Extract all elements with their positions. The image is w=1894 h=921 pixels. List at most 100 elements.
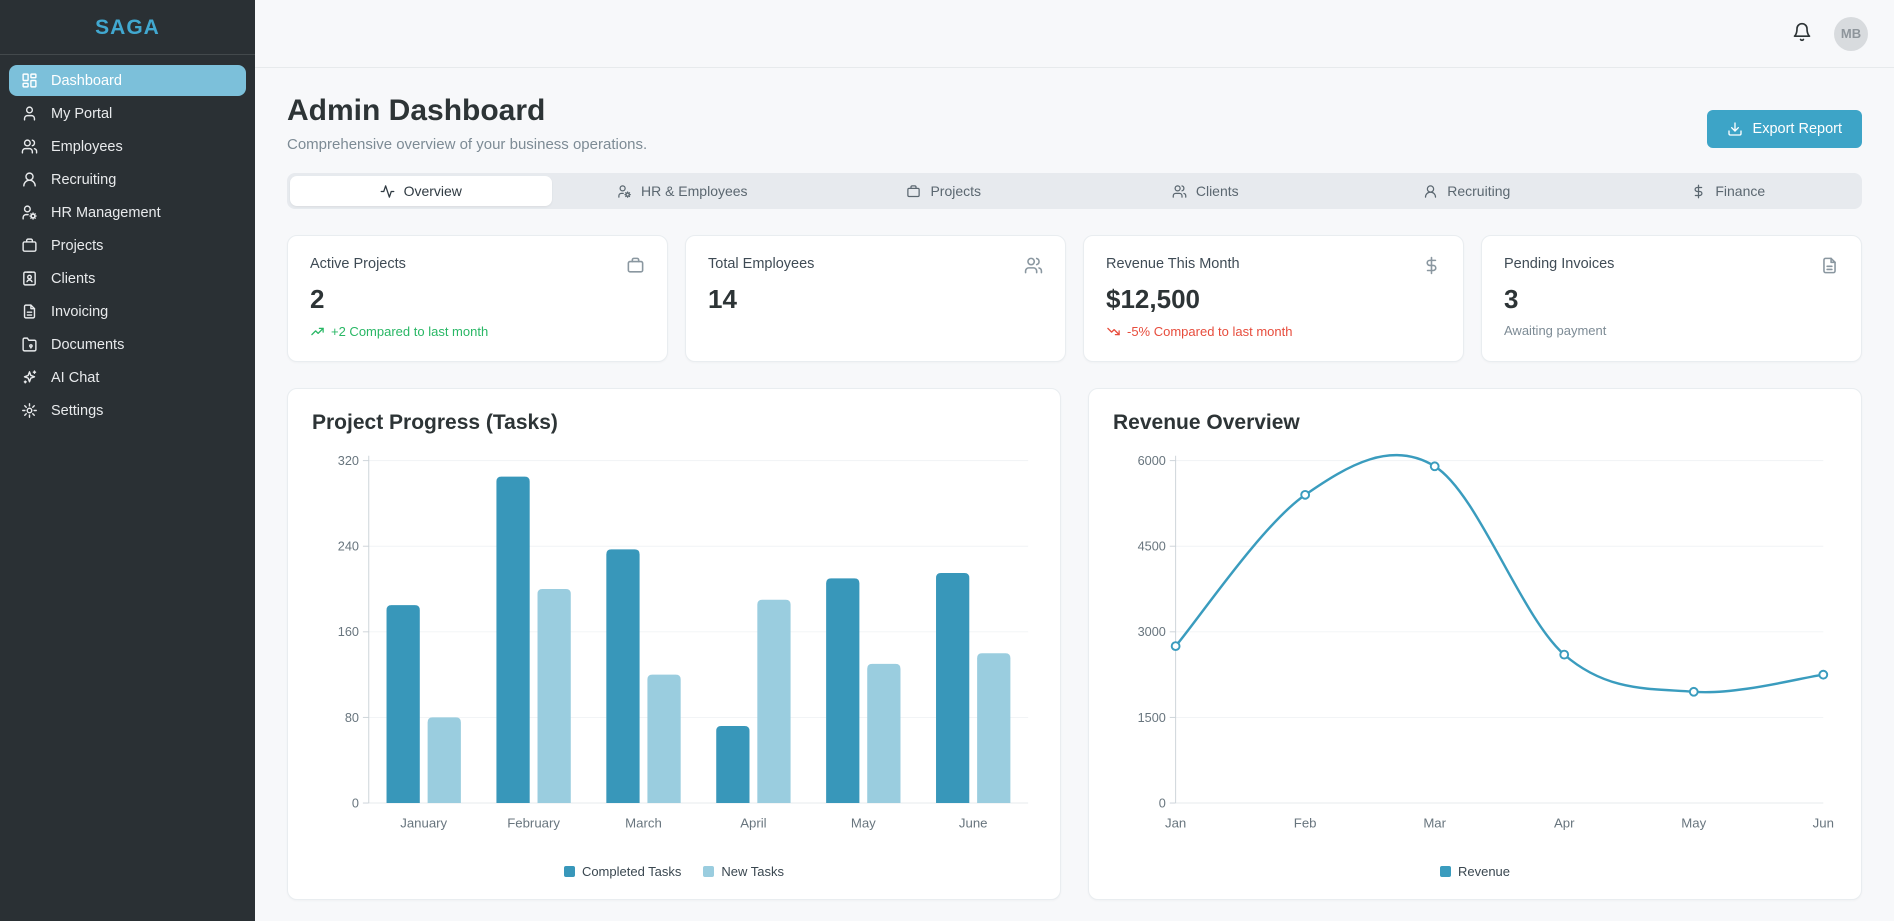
user-cog-icon	[21, 204, 38, 221]
notifications-button[interactable]	[1792, 22, 1812, 45]
folder-icon	[21, 336, 38, 353]
bar-chart-legend: Completed Tasks New Tasks	[312, 864, 1036, 883]
svg-text:240: 240	[338, 539, 359, 554]
svg-text:Apr: Apr	[1554, 815, 1575, 830]
main-area: MB Admin Dashboard Comprehensive overvie…	[255, 0, 1894, 921]
stat-delta: +2 Compared to last month	[310, 324, 645, 339]
sidebar-item-employees[interactable]: Employees	[9, 131, 246, 162]
tab-label: Projects	[930, 183, 981, 199]
sidebar-item-ai-chat[interactable]: AI Chat	[9, 362, 246, 393]
bar-chart-card: Project Progress (Tasks) 080160240320Jan…	[287, 388, 1061, 900]
page-head: Admin Dashboard Comprehensive overview o…	[287, 94, 1862, 153]
sidebar-item-label: Dashboard	[51, 73, 122, 89]
line-chart: 01500300045006000JanFebMarAprMayJun	[1113, 443, 1837, 862]
stat-card-pending-invoices: Pending Invoices 3 Awaiting payment	[1481, 235, 1862, 362]
briefcase-icon	[626, 256, 645, 275]
svg-text:4500: 4500	[1138, 539, 1166, 554]
sidebar-item-recruiting[interactable]: Recruiting	[9, 164, 246, 195]
sidebar-item-label: Settings	[51, 403, 103, 419]
svg-text:May: May	[1681, 815, 1706, 830]
sidebar-item-projects[interactable]: Projects	[9, 230, 246, 261]
sidebar-item-dashboard[interactable]: Dashboard	[9, 65, 246, 96]
users-icon	[1024, 256, 1043, 275]
svg-text:February: February	[507, 815, 560, 830]
legend-item-new-tasks[interactable]: New Tasks	[703, 864, 784, 879]
svg-text:160: 160	[338, 624, 359, 639]
export-report-label: Export Report	[1753, 121, 1842, 137]
sidebar-item-label: HR Management	[51, 205, 161, 221]
briefcase-icon	[21, 237, 38, 254]
stat-cards: Active Projects 2 +2 Compared to last mo…	[287, 235, 1862, 362]
page-title: Admin Dashboard	[287, 94, 647, 128]
legend-label: Revenue	[1458, 864, 1510, 879]
svg-text:0: 0	[1159, 795, 1166, 810]
svg-text:1500: 1500	[1138, 710, 1166, 725]
sidebar-item-label: Invoicing	[51, 304, 108, 320]
svg-text:6000: 6000	[1138, 453, 1166, 468]
user-icon	[21, 105, 38, 122]
sidebar-item-label: Employees	[51, 139, 123, 155]
line-chart-card: Revenue Overview 01500300045006000JanFeb…	[1088, 388, 1862, 900]
topbar: MB	[255, 0, 1894, 68]
users-icon	[21, 138, 38, 155]
stat-label: Revenue This Month	[1106, 256, 1240, 272]
sidebar-item-settings[interactable]: Settings	[9, 395, 246, 426]
user-cog-icon	[617, 184, 632, 199]
tab-label: Recruiting	[1447, 183, 1510, 199]
svg-text:Jan: Jan	[1165, 815, 1186, 830]
svg-text:0: 0	[352, 795, 359, 810]
sidebar-item-label: AI Chat	[51, 370, 99, 386]
stat-label: Total Employees	[708, 256, 814, 272]
briefcase-icon	[906, 184, 921, 199]
tab-label: Clients	[1196, 183, 1239, 199]
svg-text:320: 320	[338, 453, 359, 468]
dollar-icon	[1422, 256, 1441, 275]
bell-icon	[1792, 22, 1812, 45]
download-icon	[1727, 121, 1743, 137]
bar-chart: 080160240320JanuaryFebruaryMarchAprilMay…	[312, 443, 1036, 862]
stat-value: 2	[310, 284, 645, 315]
svg-text:June: June	[959, 815, 988, 830]
tab-clients[interactable]: Clients	[1075, 176, 1337, 206]
svg-text:May: May	[851, 815, 876, 830]
svg-text:Mar: Mar	[1423, 815, 1446, 830]
file-text-icon	[21, 303, 38, 320]
legend-swatch	[564, 866, 575, 877]
tab-hr-employees[interactable]: HR & Employees	[552, 176, 814, 206]
sidebar-item-label: Clients	[51, 271, 95, 287]
stat-label: Active Projects	[310, 256, 406, 272]
stat-value: $12,500	[1106, 284, 1441, 315]
sparkles-icon	[21, 369, 38, 386]
tab-projects[interactable]: Projects	[813, 176, 1075, 206]
svg-text:April: April	[740, 815, 766, 830]
brand-logo: SAGA	[0, 0, 255, 54]
stat-subtext: Awaiting payment	[1504, 323, 1839, 338]
sidebar-item-documents[interactable]: Documents	[9, 329, 246, 360]
export-report-button[interactable]: Export Report	[1707, 110, 1862, 148]
charts-row: Project Progress (Tasks) 080160240320Jan…	[287, 388, 1862, 900]
sidebar-item-label: Documents	[51, 337, 124, 353]
sidebar: SAGA Dashboard My Portal Employees Recru…	[0, 0, 255, 921]
bell-icon	[1792, 22, 1812, 42]
tab-recruiting[interactable]: Recruiting	[1336, 176, 1598, 206]
dollar-icon	[1691, 184, 1706, 199]
sidebar-item-label: Recruiting	[51, 172, 116, 188]
sidebar-item-label: My Portal	[51, 106, 112, 122]
legend-item-completed-tasks[interactable]: Completed Tasks	[564, 864, 681, 879]
stat-value: 14	[708, 284, 1043, 315]
tab-overview[interactable]: Overview	[290, 176, 552, 206]
tab-finance[interactable]: Finance	[1598, 176, 1860, 206]
sidebar-item-invoicing[interactable]: Invoicing	[9, 296, 246, 327]
bar-chart-title: Project Progress (Tasks)	[312, 411, 1036, 435]
sidebar-divider	[0, 54, 255, 55]
tab-label: Overview	[404, 183, 462, 199]
avatar[interactable]: MB	[1834, 17, 1868, 51]
download-icon	[1727, 121, 1743, 137]
sidebar-item-my-portal[interactable]: My Portal	[9, 98, 246, 129]
user-round-icon	[1423, 184, 1438, 199]
stat-card-active-projects: Active Projects 2 +2 Compared to last mo…	[287, 235, 668, 362]
sidebar-item-hr-management[interactable]: HR Management	[9, 197, 246, 228]
legend-item-revenue[interactable]: Revenue	[1440, 864, 1510, 879]
sidebar-item-label: Projects	[51, 238, 103, 254]
sidebar-item-clients[interactable]: Clients	[9, 263, 246, 294]
